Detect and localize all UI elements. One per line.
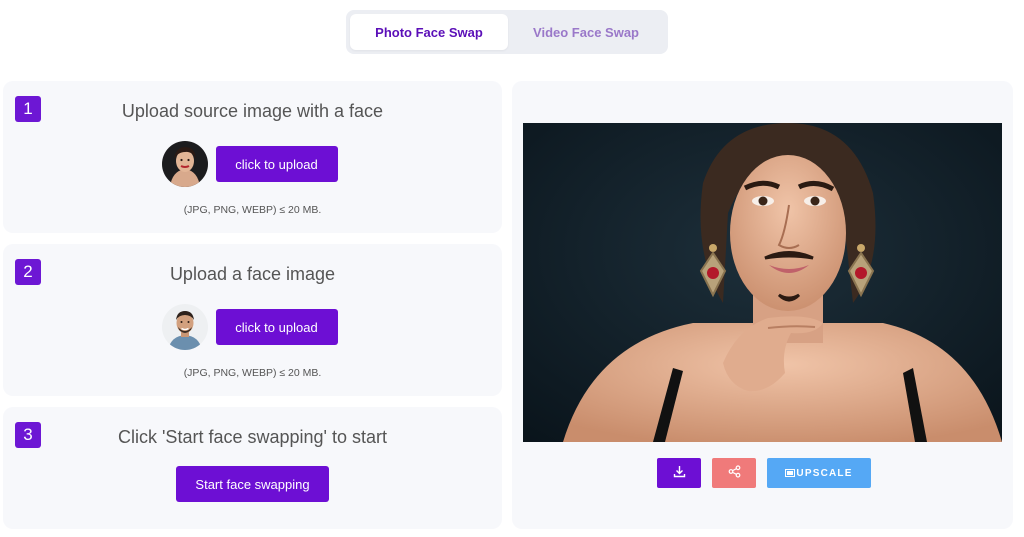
step-1-file-hint: (JPG, PNG, WEBP) ≤ 20 MB. (183, 204, 322, 216)
share-icon (728, 465, 741, 481)
step-1-upload-row: click to upload (0, 141, 502, 187)
tab-photo-face-swap[interactable]: Photo Face Swap (350, 14, 508, 50)
face-swap-mode-tabs: Photo Face Swap Video Face Swap (346, 10, 668, 54)
upload-source-button[interactable]: click to upload (215, 146, 338, 182)
tab-video-face-swap[interactable]: Video Face Swap (508, 14, 664, 50)
result-image (523, 123, 1002, 442)
step-2-upload-row: click to upload (0, 304, 502, 350)
result-actions: UPSCALE (657, 458, 871, 488)
step-3-card: 3 Click 'Start face swapping' to start S… (3, 407, 502, 529)
step-2-file-hint: (JPG, PNG, WEBP) ≤ 20 MB. (183, 367, 322, 379)
step-1-title: Upload source image with a face (121, 101, 384, 121)
download-button[interactable] (657, 458, 701, 488)
upscale-label: UPSCALE (796, 467, 853, 479)
download-icon (673, 465, 686, 481)
face-image-thumbnail (161, 304, 208, 350)
step-2-card: 2 Upload a face image click to upload (J… (3, 244, 502, 396)
start-face-swapping-button[interactable]: Start face swapping (176, 466, 329, 502)
result-panel: UPSCALE (512, 81, 1013, 529)
source-image-thumbnail (161, 141, 208, 187)
share-button[interactable] (712, 458, 756, 488)
upscale-icon (785, 469, 796, 477)
step-3-title: Click 'Start face swapping' to start (118, 427, 387, 447)
upload-face-button[interactable]: click to upload (215, 309, 338, 345)
step-2-title: Upload a face image (169, 264, 336, 284)
upscale-button[interactable]: UPSCALE (767, 458, 871, 488)
step-1-card: 1 Upload source image with a face click … (3, 81, 502, 233)
